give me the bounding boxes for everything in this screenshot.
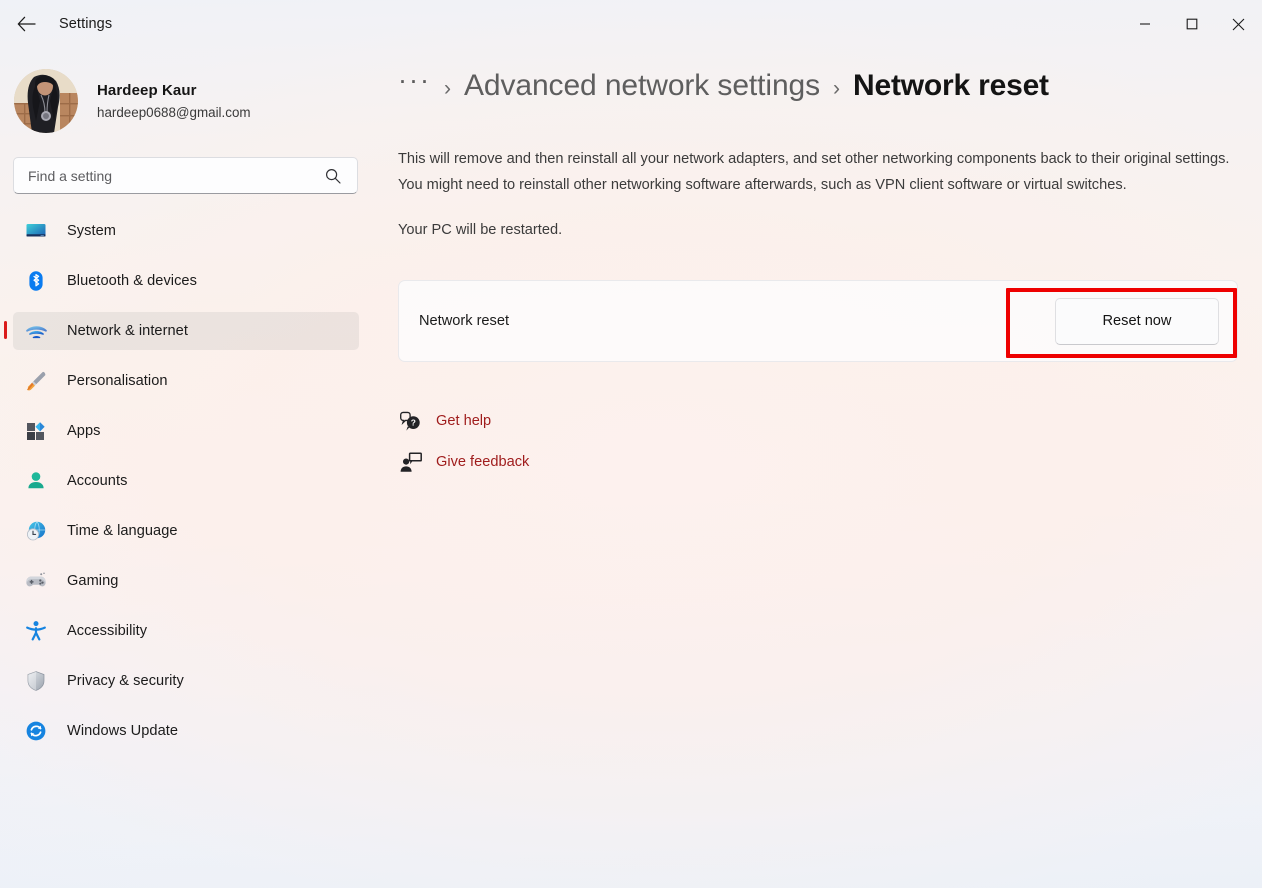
network-reset-card: Network reset Reset now (398, 280, 1238, 362)
update-refresh-icon (24, 719, 48, 743)
paintbrush-icon (24, 369, 48, 393)
sidebar-item-time-language[interactable]: Time & language (13, 512, 359, 550)
sidebar: Hardeep Kaur hardeep0688@gmail.com Find … (0, 48, 370, 888)
breadcrumb-separator: › (443, 77, 451, 100)
close-button[interactable] (1215, 0, 1262, 48)
reset-now-button[interactable]: Reset now (1055, 297, 1219, 345)
breadcrumb: ··· › Advanced network settings › Networ… (398, 67, 1238, 121)
search-input[interactable] (28, 167, 320, 184)
sidebar-item-label: Bluetooth & devices (67, 273, 197, 289)
minimize-button[interactable] (1121, 0, 1168, 48)
sidebar-item-label: Accounts (67, 473, 128, 489)
sidebar-item-label: Apps (67, 423, 101, 439)
sidebar-item-label: Time & language (67, 523, 178, 539)
avatar (14, 69, 78, 133)
shield-icon (24, 669, 48, 693)
accessibility-person-icon (24, 619, 48, 643)
sidebar-item-label: Gaming (67, 573, 119, 589)
breadcrumb-parent-link[interactable]: Advanced network settings (464, 69, 820, 103)
sidebar-item-personalisation[interactable]: Personalisation (13, 362, 359, 400)
get-help-label: Get help (436, 413, 492, 429)
help-bubble-icon: ? (398, 409, 424, 433)
sidebar-item-bluetooth-devices[interactable]: Bluetooth & devices (13, 262, 359, 300)
sidebar-item-system[interactable]: System (13, 212, 359, 250)
system-monitor-icon (24, 219, 48, 243)
sidebar-item-gaming[interactable]: Gaming (13, 562, 359, 600)
sidebar-item-label: Windows Update (67, 723, 179, 739)
wifi-icon (24, 319, 48, 343)
page-title: Network reset (853, 69, 1049, 102)
bluetooth-icon (24, 269, 48, 293)
svg-text:?: ? (411, 417, 416, 427)
sidebar-item-label: Accessibility (67, 623, 148, 639)
sidebar-item-apps[interactable]: Apps (13, 412, 359, 450)
window-controls (1121, 0, 1262, 48)
give-feedback-label: Give feedback (436, 454, 530, 470)
gamepad-icon (24, 569, 48, 593)
feedback-person-icon (398, 450, 424, 474)
person-icon (24, 469, 48, 493)
apps-grid-icon (24, 419, 48, 443)
app-title: Settings (59, 16, 113, 32)
account-text: Hardeep Kaur hardeep0688@gmail.com (97, 81, 251, 120)
sidebar-item-accessibility[interactable]: Accessibility (13, 612, 359, 650)
sidebar-item-label: Privacy & security (67, 673, 184, 689)
title-bar: Settings (0, 0, 1262, 48)
account-block[interactable]: Hardeep Kaur hardeep0688@gmail.com (14, 69, 370, 133)
breadcrumb-separator: › (833, 77, 841, 100)
network-reset-label: Network reset (419, 313, 510, 329)
clock-globe-icon (24, 519, 48, 543)
support-links: ? Get help Give feedback (398, 406, 1238, 477)
account-name: Hardeep Kaur (97, 82, 197, 100)
navigation-list: System Bluetooth & devices Network & int… (0, 212, 370, 750)
main-content: ··· › Advanced network settings › Networ… (370, 48, 1262, 888)
account-email: hardeep0688@gmail.com (97, 104, 251, 120)
restart-note: Your PC will be restarted. (398, 222, 563, 238)
search-icon[interactable] (320, 163, 346, 189)
sidebar-item-network-internet[interactable]: Network & internet (4, 312, 359, 350)
sidebar-item-privacy-security[interactable]: Privacy & security (13, 662, 359, 700)
sidebar-item-label: Network & internet (67, 323, 188, 339)
back-button[interactable] (6, 8, 46, 40)
sidebar-item-accounts[interactable]: Accounts (13, 462, 359, 500)
sidebar-item-label: System (67, 223, 116, 239)
get-help-link[interactable]: ? Get help (398, 406, 578, 436)
sidebar-item-windows-update[interactable]: Windows Update (13, 712, 359, 750)
give-feedback-link[interactable]: Give feedback (398, 447, 578, 477)
page-description: This will remove and then reinstall all … (398, 151, 1230, 193)
search-box[interactable] (13, 157, 358, 194)
sidebar-item-label: Personalisation (67, 373, 168, 389)
breadcrumb-overflow-button[interactable]: ··· (398, 67, 431, 94)
maximize-button[interactable] (1168, 0, 1215, 48)
settings-window: Settings Hardeep Kaur hardeep0688@gmail.… (0, 0, 1262, 888)
